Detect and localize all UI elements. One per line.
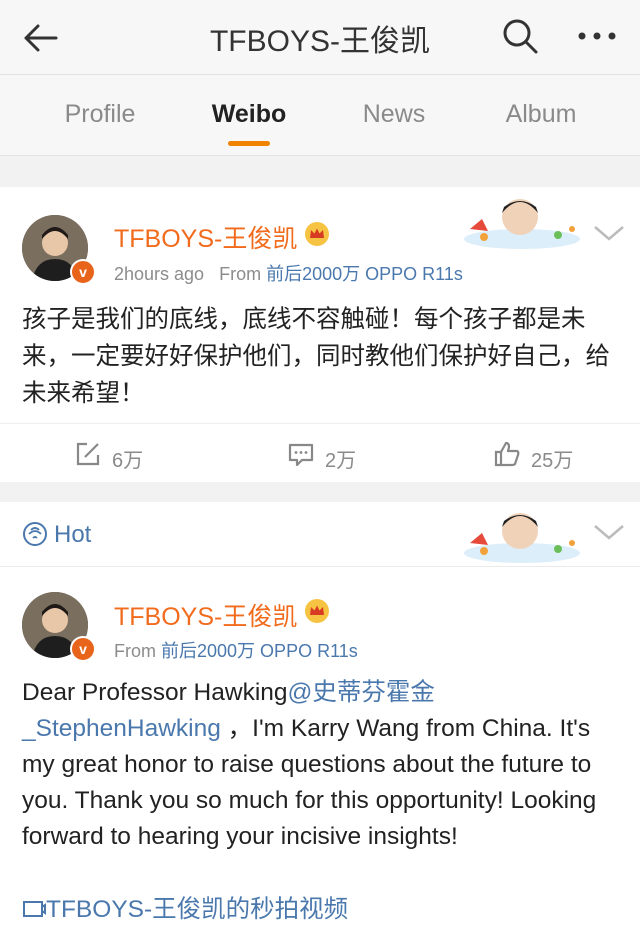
like-count: 25万 bbox=[531, 450, 574, 472]
top-bar: TFBOYS-王俊凯 bbox=[0, 0, 640, 75]
repost-count: 6万 bbox=[112, 450, 144, 472]
profile-tabs: Profile Weibo News Album bbox=[0, 75, 640, 156]
tab-weibo[interactable]: Weibo bbox=[189, 100, 309, 129]
tab-album[interactable]: Album bbox=[481, 100, 601, 129]
video-link-row[interactable]: TFBOYS-王俊凯的秒拍视频 bbox=[22, 892, 622, 928]
tab-profile[interactable]: Profile bbox=[40, 100, 160, 129]
video-icon bbox=[23, 901, 46, 917]
post-source[interactable]: 前后2000万 OPPO R11s bbox=[161, 641, 358, 661]
tab-news[interactable]: News bbox=[334, 100, 454, 129]
divider bbox=[0, 566, 640, 567]
crown-icon bbox=[305, 599, 329, 623]
chevron-down-icon[interactable] bbox=[592, 223, 626, 243]
decoration-card-icon bbox=[464, 199, 580, 249]
decoration-card-icon bbox=[464, 513, 580, 563]
post-actions: 6万 2万 25万 bbox=[0, 423, 640, 484]
post-author-name[interactable]: TFBOYS-王俊凯 bbox=[114, 597, 297, 633]
from-label: From bbox=[114, 641, 156, 661]
post-text: 孩子是我们的底线，底线不容触碰！每个孩子都是未来，一定要好好保护他们，同时教他们… bbox=[22, 306, 610, 407]
comment-count: 2万 bbox=[325, 450, 357, 472]
search-icon[interactable] bbox=[500, 16, 540, 56]
comment-icon bbox=[288, 443, 314, 467]
post-author-name[interactable]: TFBOYS-王俊凯 bbox=[114, 219, 297, 255]
chevron-down-icon[interactable] bbox=[592, 522, 626, 542]
post-time: 2hours ago bbox=[114, 264, 205, 284]
more-options-icon[interactable] bbox=[572, 16, 622, 56]
hot-label: Hot bbox=[54, 521, 92, 548]
thumbs-up-icon bbox=[494, 441, 520, 467]
from-label: From bbox=[219, 264, 262, 284]
verified-badge-icon: v bbox=[70, 636, 96, 662]
post-meta: 2hours ago From 前后2000万 OPPO R11s bbox=[114, 260, 463, 286]
video-link[interactable]: TFBOYS-王俊凯的秒拍视频 bbox=[46, 896, 348, 923]
post-meta: From 前后2000万 OPPO R11s bbox=[114, 637, 358, 663]
crown-icon bbox=[305, 222, 329, 246]
post-text: Dear Professor Hawking@史蒂芬霍金_StephenHawk… bbox=[22, 675, 622, 855]
post-text-start: Dear Professor Hawking bbox=[22, 679, 288, 706]
page-title: TFBOYS-王俊凯 bbox=[209, 25, 430, 58]
post-source[interactable]: 前后2000万 OPPO R11s bbox=[266, 264, 463, 284]
weibo-post-card[interactable]: v TFBOYS-王俊凯 2hours ago From 前后2000万 OPP… bbox=[0, 187, 640, 482]
verified-badge-icon: v bbox=[70, 259, 96, 285]
active-tab-indicator bbox=[228, 141, 270, 146]
hot-icon bbox=[23, 522, 47, 546]
repost-icon bbox=[76, 442, 100, 466]
